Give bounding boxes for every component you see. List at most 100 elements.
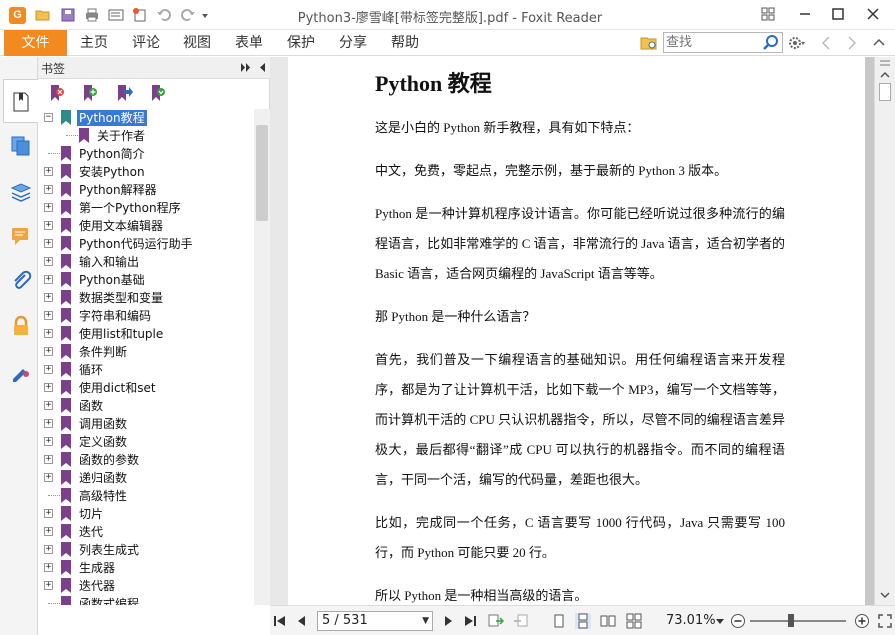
bookmark-label[interactable]: 高级特性 xyxy=(77,488,129,504)
bookmark-item[interactable]: + 迭代 xyxy=(38,523,254,541)
open-folder-icon[interactable] xyxy=(35,8,51,22)
menu-view[interactable]: 视图 xyxy=(183,33,211,53)
bookmark-item[interactable]: + 定义函数 xyxy=(38,433,254,451)
bookmark-label[interactable]: Python解释器 xyxy=(77,182,159,198)
expand-toggle-icon[interactable]: + xyxy=(44,563,53,572)
expand-toggle-icon[interactable]: + xyxy=(44,473,53,482)
bookmark-item[interactable]: + 列表生成式 xyxy=(38,541,254,559)
bookmark-item[interactable]: + Python解释器 xyxy=(38,181,254,199)
bookmark-item[interactable]: + Python基础 xyxy=(38,271,254,289)
continuous-facing-view-icon[interactable] xyxy=(626,613,642,629)
bookmark-label[interactable]: 第一个Python程序 xyxy=(77,200,183,216)
bookmarks-scroll-thumb[interactable] xyxy=(256,125,268,221)
bookmark-item[interactable]: + 生成器 xyxy=(38,559,254,577)
expand-toggle-icon[interactable]: + xyxy=(44,419,53,428)
nav-back-icon[interactable] xyxy=(820,36,832,50)
bookmark-label[interactable]: Python简介 xyxy=(77,146,147,162)
continuous-view-icon[interactable] xyxy=(575,613,591,629)
bookmark-item[interactable]: + 安装Python xyxy=(38,163,254,181)
expand-toggle-icon[interactable]: + xyxy=(44,581,53,590)
bookmark-label[interactable]: 数据类型和变量 xyxy=(77,290,165,306)
comments-icon[interactable] xyxy=(10,225,32,247)
expand-toggle-icon[interactable]: + xyxy=(44,203,53,212)
minimize-icon[interactable] xyxy=(797,6,813,22)
bookmark-panel-icon[interactable] xyxy=(10,91,32,113)
gear-icon[interactable] xyxy=(787,35,805,51)
folder-search-icon[interactable] xyxy=(640,34,658,52)
expand-toggle-icon[interactable]: + xyxy=(44,221,53,230)
bookmark-item[interactable]: + Python代码运行助手 xyxy=(38,235,254,253)
bookmark-item[interactable]: + 循环 xyxy=(38,361,254,379)
bookmark-label[interactable]: 使用list和tuple xyxy=(77,326,165,342)
bookmark-label[interactable]: 函数式编程 xyxy=(77,596,141,605)
fullscreen-icon[interactable] xyxy=(877,613,893,629)
nav-forward-icon[interactable] xyxy=(846,36,858,50)
maximize-icon[interactable] xyxy=(830,6,846,22)
layers-icon[interactable] xyxy=(10,181,32,203)
expand-toggle-icon[interactable]: + xyxy=(44,257,53,266)
zoom-in-icon[interactable] xyxy=(854,613,870,629)
expand-toggle-icon[interactable]: + xyxy=(44,545,53,554)
expand-bookmark-icon[interactable] xyxy=(149,84,167,102)
bookmark-item[interactable]: Python简介 xyxy=(38,145,254,163)
expand-toggle-icon[interactable]: + xyxy=(44,275,53,284)
menu-form[interactable]: 表单 xyxy=(235,33,263,53)
expand-toggle-icon[interactable]: + xyxy=(44,167,53,176)
menu-share[interactable]: 分享 xyxy=(339,33,367,53)
bookmark-item[interactable]: + 函数的参数 xyxy=(38,451,254,469)
bookmark-label[interactable]: Python代码运行助手 xyxy=(77,236,195,252)
expand-toggle-icon[interactable]: + xyxy=(44,365,53,374)
page-thumbnails-icon[interactable] xyxy=(10,135,32,157)
page-dropdown-icon[interactable]: ▼ xyxy=(422,612,429,630)
zoom-slider[interactable] xyxy=(750,620,846,622)
bookmark-label[interactable]: 关于作者 xyxy=(95,128,147,144)
bookmark-label[interactable]: 列表生成式 xyxy=(77,542,141,558)
bookmark-label[interactable]: 定义函数 xyxy=(77,434,129,450)
close-icon[interactable] xyxy=(865,6,881,22)
bookmark-label[interactable]: 使用dict和set xyxy=(77,380,158,396)
bookmark-label[interactable]: 调用函数 xyxy=(77,416,129,432)
panel-splitter[interactable] xyxy=(270,57,288,605)
search-input[interactable] xyxy=(666,34,762,51)
bookmark-label[interactable]: 迭代 xyxy=(77,524,105,540)
bookmark-label[interactable]: 递归函数 xyxy=(77,470,129,486)
undo-icon[interactable] xyxy=(156,8,172,22)
expand-toggle-icon[interactable]: + xyxy=(44,329,53,338)
signature-icon[interactable] xyxy=(10,360,32,382)
new-icon[interactable] xyxy=(132,8,148,22)
document-scrollbar[interactable] xyxy=(874,57,895,605)
bookmark-item[interactable]: + 条件判断 xyxy=(38,343,254,361)
facing-view-icon[interactable] xyxy=(600,613,616,629)
menu-file[interactable]: 文件 xyxy=(4,30,67,56)
panel-expand-icon[interactable] xyxy=(240,62,252,73)
bookmark-item[interactable]: + 调用函数 xyxy=(38,415,254,433)
scroll-split-icon[interactable] xyxy=(880,59,890,67)
print-icon[interactable] xyxy=(84,8,100,22)
expand-toggle-icon[interactable]: + xyxy=(44,293,53,302)
single-page-view-icon[interactable] xyxy=(551,613,567,629)
previous-page-icon[interactable] xyxy=(294,613,310,629)
bookmark-item[interactable]: + 迭代器 xyxy=(38,577,254,595)
save-icon[interactable] xyxy=(60,8,76,22)
scroll-down-icon[interactable] xyxy=(880,591,890,599)
bookmark-item[interactable]: − Python教程 xyxy=(38,109,254,127)
delete-bookmark-icon[interactable] xyxy=(48,84,66,102)
bookmark-item[interactable]: + 使用文本编辑器 xyxy=(38,217,254,235)
expand-toggle-icon[interactable]: + xyxy=(44,527,53,536)
properties-icon[interactable] xyxy=(108,8,124,22)
expand-toggle-icon[interactable]: + xyxy=(44,455,53,464)
bookmark-label[interactable]: 生成器 xyxy=(77,560,117,576)
bookmark-label[interactable]: 循环 xyxy=(77,362,105,378)
bookmark-label[interactable]: 函数 xyxy=(77,398,105,414)
ribbon-collapse-icon[interactable] xyxy=(872,36,886,50)
goto-bookmark-icon[interactable] xyxy=(115,84,133,102)
expand-toggle-icon[interactable]: + xyxy=(44,185,53,194)
zoom-slider-handle[interactable] xyxy=(788,614,794,627)
search-icon[interactable] xyxy=(762,34,780,51)
zoom-out-icon[interactable] xyxy=(730,613,746,629)
bookmark-label[interactable]: 使用文本编辑器 xyxy=(77,218,165,234)
bookmark-label[interactable]: 安装Python xyxy=(77,164,147,180)
bookmark-item[interactable]: 函数式编程 xyxy=(38,595,254,605)
expand-toggle-icon[interactable]: + xyxy=(44,401,53,410)
redo-icon[interactable] xyxy=(180,8,196,22)
